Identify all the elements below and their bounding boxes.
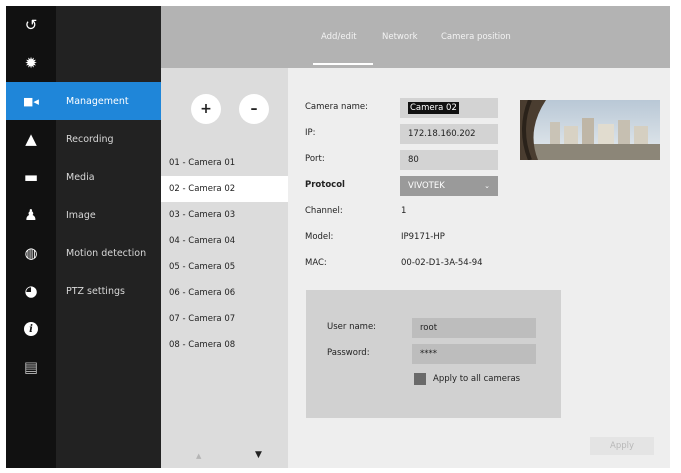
camera-list-item[interactable]: 01 - Camera 01 <box>161 150 288 176</box>
chevron-down-icon: ⌄ <box>484 182 490 190</box>
camera-list-item[interactable]: 05 - Camera 05 <box>161 254 288 280</box>
camera-preview-image <box>520 100 660 160</box>
globe-icon: ◕ <box>24 281 38 300</box>
camera-list-item[interactable]: 02 - Camera 02 <box>161 176 288 202</box>
model-label: Model: <box>305 232 334 242</box>
mac-value: 00-02-D1-3A-54-94 <box>401 258 483 268</box>
camera-list-item[interactable]: 04 - Camera 04 <box>161 228 288 254</box>
rail-item-keyboard[interactable]: ▤ <box>6 348 56 386</box>
username-label: User name: <box>327 322 377 332</box>
ip-label: IP: <box>305 128 316 138</box>
storage-icon: ◍ <box>24 243 38 262</box>
tab-bar: Add/edit Network Camera position <box>161 6 670 68</box>
port-input[interactable]: 80 <box>400 150 498 170</box>
nav-item-image[interactable]: Image <box>56 196 161 234</box>
rail-item-management[interactable]: ■◂ <box>6 82 56 120</box>
camera-list-item[interactable]: 06 - Camera 06 <box>161 280 288 306</box>
camera-icon: ■◂ <box>23 94 39 108</box>
camera-name-value: Camera 02 <box>408 102 459 114</box>
add-camera-button[interactable]: + <box>191 94 221 124</box>
rail-item-image[interactable]: ♟ <box>6 196 56 234</box>
camera-list-item[interactable]: 08 - Camera 08 <box>161 332 288 358</box>
password-label: Password: <box>327 348 370 358</box>
nav-item-management[interactable]: Management <box>56 82 161 120</box>
nav-item-media[interactable]: Media <box>56 158 161 196</box>
settings-nav: Management Recording Media Image Motion … <box>56 6 161 468</box>
apply-button[interactable]: Apply <box>590 437 654 455</box>
mac-label: MAC: <box>305 258 327 268</box>
password-input[interactable]: **** <box>412 344 536 364</box>
rail-item-motion[interactable]: ◍ <box>6 234 56 272</box>
camera-form: Camera name: Camera 02 IP: 172.18.160.20… <box>288 68 670 468</box>
credentials-panel: User name: root Password: **** Apply to … <box>306 290 561 418</box>
protocol-value: VIVOTEK <box>408 181 445 191</box>
icon-rail: ↺ ✹ ■◂ ▲ ▬ ♟ ◍ ◕ i ▤ <box>6 6 56 468</box>
port-label: Port: <box>305 154 325 164</box>
apply-all-checkbox[interactable] <box>414 373 426 385</box>
tab-network[interactable]: Network <box>382 32 418 42</box>
apply-all-label: Apply to all cameras <box>433 374 521 384</box>
rail-item-ptz[interactable]: ◕ <box>6 272 56 310</box>
protocol-label: Protocol <box>305 180 345 190</box>
tab-camera-position[interactable]: Camera position <box>441 32 511 42</box>
app-window: ↺ ✹ ■◂ ▲ ▬ ♟ ◍ ◕ i ▤ Management Recordin… <box>6 6 670 468</box>
scroll-up-arrow[interactable]: ▲ <box>196 452 201 460</box>
ip-input[interactable]: 172.18.160.202 <box>400 124 498 144</box>
active-tab-indicator <box>313 63 373 65</box>
camera-list-item[interactable]: 03 - Camera 03 <box>161 202 288 228</box>
rail-item-media[interactable]: ▬ <box>6 158 56 196</box>
info-icon: i <box>24 322 38 336</box>
back-button[interactable]: ↺ <box>6 6 56 44</box>
camera-name-label: Camera name: <box>305 102 369 112</box>
scroll-down-arrow[interactable]: ▼ <box>255 450 262 460</box>
channel-label: Channel: <box>305 206 343 216</box>
camera-list-panel: + – 01 - Camera 01 02 - Camera 02 03 - C… <box>161 68 288 468</box>
camera-name-input[interactable]: Camera 02 <box>400 98 498 118</box>
preview-thumbnail <box>520 100 660 160</box>
keyboard-icon: ▤ <box>23 357 39 376</box>
protocol-dropdown[interactable]: VIVOTEK ⌄ <box>400 176 498 196</box>
warning-icon: ▲ <box>25 129 37 148</box>
person-icon: ♟ <box>24 205 38 224</box>
rail-item-recording[interactable]: ▲ <box>6 120 56 158</box>
tab-add-edit[interactable]: Add/edit <box>321 32 357 42</box>
nav-item-ptz-settings[interactable]: PTZ settings <box>56 272 161 310</box>
nav-item-recording[interactable]: Recording <box>56 120 161 158</box>
remove-camera-button[interactable]: – <box>239 94 269 124</box>
back-arrow-icon: ↺ <box>24 15 38 34</box>
nav-item-motion-detection[interactable]: Motion detection <box>56 234 161 272</box>
model-value: IP9171-HP <box>401 232 445 242</box>
content-area: Add/edit Network Camera position + – 01 … <box>161 6 670 468</box>
username-input[interactable]: root <box>412 318 536 338</box>
gear-icon: ✹ <box>24 53 38 72</box>
rail-item-info[interactable]: i <box>6 310 56 348</box>
camera-list-item[interactable]: 07 - Camera 07 <box>161 306 288 332</box>
settings-button[interactable]: ✹ <box>6 44 56 82</box>
channel-value: 1 <box>401 206 407 216</box>
monitor-icon: ▬ <box>23 167 39 186</box>
